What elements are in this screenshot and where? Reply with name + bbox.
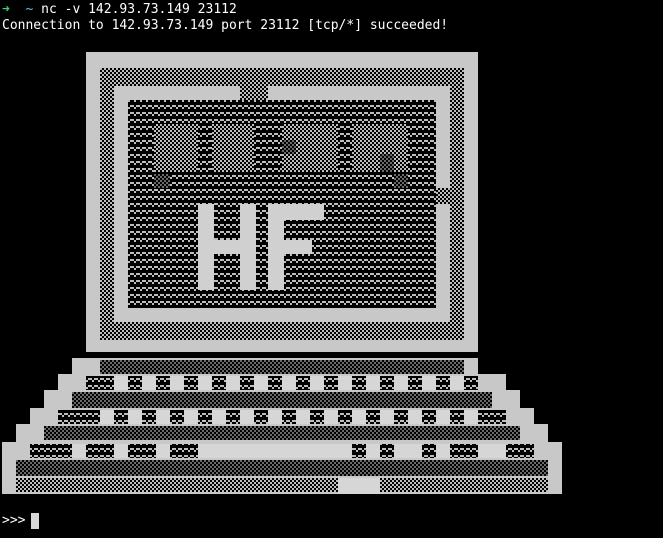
repl-prompt-line[interactable]: >>> <box>2 513 40 529</box>
text-cursor[interactable] <box>31 513 40 529</box>
keyboard-base <box>2 358 562 494</box>
ascii-computer-art <box>2 52 562 494</box>
monitor <box>86 52 478 352</box>
repl-prompt: >>> <box>2 513 26 528</box>
